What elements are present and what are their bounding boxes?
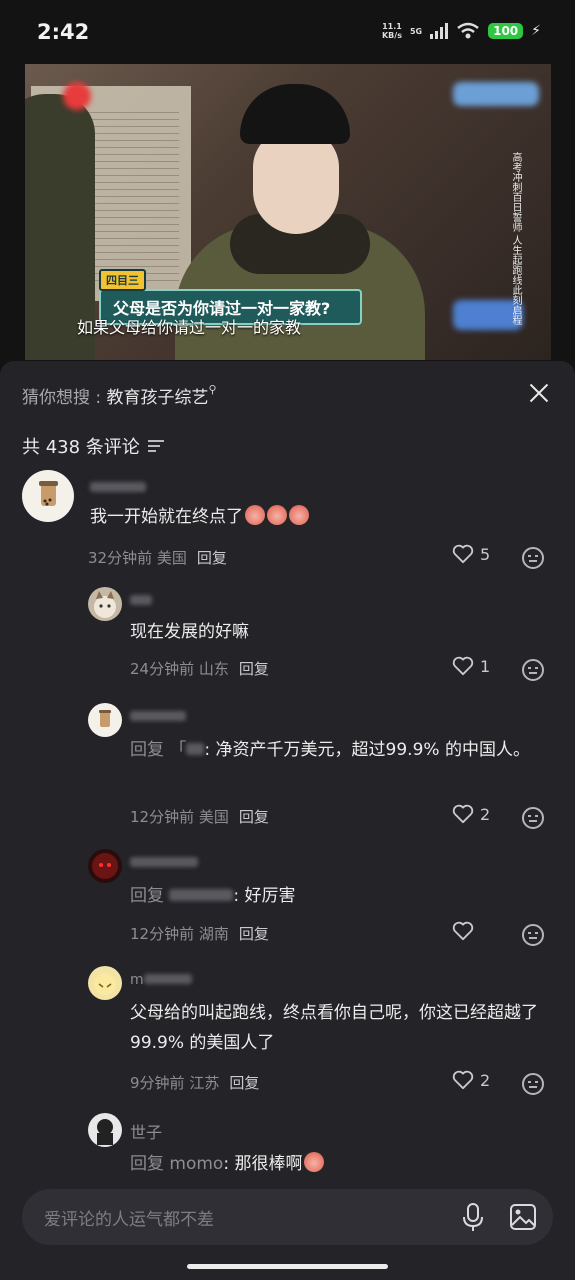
net-speed: 11.1 KB/s: [382, 22, 402, 40]
reply-button[interactable]: 回复: [239, 808, 269, 826]
comment-placeholder: 爱评论的人运气都不差: [44, 1210, 214, 1230]
search-icon: ⚲: [208, 383, 217, 396]
avatar[interactable]: [88, 587, 122, 621]
like-count: 1: [480, 656, 491, 676]
comment-meta: 9分钟前 江苏 回复: [130, 1074, 260, 1092]
emoji-reaction-icon[interactable]: [522, 659, 544, 681]
comment-text: 现在发展的好嘛: [130, 622, 249, 642]
comment-meta: 32分钟前 美国 回复: [88, 549, 227, 567]
emoji-icon: [289, 505, 309, 525]
emoji-icon: [267, 505, 287, 525]
reply-button[interactable]: 回复: [229, 1074, 259, 1092]
like-button[interactable]: [452, 921, 480, 941]
emoji-icon: [245, 505, 265, 525]
reply-button[interactable]: 回复: [197, 549, 227, 567]
username[interactable]: [130, 855, 198, 871]
net-speed-value: 11.1: [382, 22, 402, 31]
comment-meta: 24分钟前 山东 回复: [130, 660, 269, 678]
username[interactable]: m: [130, 972, 192, 988]
comment-panel: 猜你想搜 : 教育孩子综艺⚲ 共 438 条评论 我一开始就在终点了 32分钟前…: [0, 361, 575, 1280]
avatar[interactable]: [88, 966, 122, 1000]
emoji-reaction-icon[interactable]: [522, 924, 544, 946]
like-button[interactable]: 1: [452, 656, 490, 676]
comment-count-text: 共 438 条评论: [22, 437, 140, 458]
status-bar: 2:42 11.1 KB/s 5G 100 ⚡: [0, 0, 575, 64]
net-speed-unit: KB/s: [381, 31, 402, 40]
avatar[interactable]: [22, 470, 74, 522]
comment-meta: 12分钟前 美国 回复: [130, 808, 269, 826]
filter-icon[interactable]: [147, 440, 164, 452]
comment-input[interactable]: 爱评论的人运气都不差: [22, 1189, 553, 1245]
like-button[interactable]: 2: [452, 1070, 490, 1090]
video-player[interactable]: 高考冲刺百日誓师 人生起跑线此刻启程 四目三 父母是否为你请过一对一家教? 如果…: [25, 64, 551, 360]
heart-icon: [452, 544, 474, 564]
comment-text: 回复 : 好厉害: [130, 886, 296, 906]
comment-item: 我一开始就在终点了 32分钟前 美国 回复 5: [0, 466, 575, 576]
emoji-reaction-icon[interactable]: [522, 807, 544, 829]
reply-item: 回复 「: 净资产千万美元，超过99.9% 的中国人。 12分钟前 美国 回复 2: [0, 701, 575, 841]
reply-button[interactable]: 回复: [239, 660, 269, 678]
heart-icon: [452, 656, 474, 676]
reply-item: m 父母给的叫起跑线，终点看你自己呢，你这已经超越了 99.9% 的美国人了 9…: [0, 966, 575, 1106]
video-subtitle: 如果父母给你请过一对一的家教: [77, 318, 302, 337]
suggested-search[interactable]: 猜你想搜 : 教育孩子综艺⚲: [22, 383, 217, 408]
avatar[interactable]: [88, 849, 122, 883]
username[interactable]: 世子: [130, 1119, 162, 1143]
like-count: 2: [480, 1070, 491, 1090]
avatar[interactable]: [88, 703, 122, 737]
blurred-logo: [63, 82, 91, 110]
like-button[interactable]: 2: [452, 804, 490, 824]
blurred-watermark: [453, 82, 539, 106]
heart-icon: [452, 921, 474, 941]
heart-icon: [452, 804, 474, 824]
battery-icon: 100: [488, 23, 524, 39]
avatar[interactable]: [88, 1113, 122, 1147]
emoji-reaction-icon[interactable]: [522, 547, 544, 569]
signal-icon: [430, 23, 449, 39]
clock: 2:42: [37, 20, 90, 44]
wifi-icon: [457, 22, 479, 39]
comment-meta: 12分钟前 湖南 回复: [130, 925, 269, 943]
question-tag: 四目三: [99, 269, 146, 291]
home-indicator[interactable]: [187, 1264, 388, 1269]
username[interactable]: [130, 709, 186, 725]
image-icon[interactable]: [509, 1203, 537, 1231]
status-icons: 11.1 KB/s 5G 100 ⚡: [382, 22, 541, 40]
comment-text: 父母给的叫起跑线，终点看你自己呢，你这已经超越了 99.9% 的美国人了: [130, 1003, 538, 1053]
reply-item: 回复 : 好厉害 12分钟前 湖南 回复: [0, 849, 575, 959]
reply-item: 世子 回复 momo: 那很棒啊: [0, 1113, 575, 1183]
like-count: 2: [480, 804, 491, 824]
heart-icon: [452, 1070, 474, 1090]
charging-icon: ⚡: [531, 23, 541, 39]
comment-text: 我一开始就在终点了: [90, 502, 309, 532]
comment-count: 共 438 条评论: [22, 433, 164, 459]
microphone-icon[interactable]: [461, 1203, 485, 1233]
username[interactable]: [130, 593, 152, 609]
guess-label: 猜你想搜 :: [22, 388, 107, 408]
close-icon[interactable]: [525, 379, 553, 407]
comment-text: 回复 「: 净资产千万美元，超过99.9% 的中国人。: [130, 740, 530, 760]
emoji-icon: [304, 1152, 325, 1172]
comment-text: 回复 momo: 那很棒啊: [130, 1149, 325, 1179]
reply-button[interactable]: 回复: [239, 925, 269, 943]
emoji-reaction-icon[interactable]: [522, 1073, 544, 1095]
network-type: 5G: [409, 26, 423, 36]
guess-keyword[interactable]: 教育孩子综艺: [107, 388, 209, 408]
like-count: 5: [480, 544, 491, 564]
username[interactable]: [90, 480, 146, 496]
like-button[interactable]: 5: [452, 544, 490, 564]
reply-item: 现在发展的好嘛 24分钟前 山东 回复 1: [0, 583, 575, 693]
vertical-slogan: 高考冲刺百日誓师 人生起跑线此刻启程: [510, 152, 521, 326]
